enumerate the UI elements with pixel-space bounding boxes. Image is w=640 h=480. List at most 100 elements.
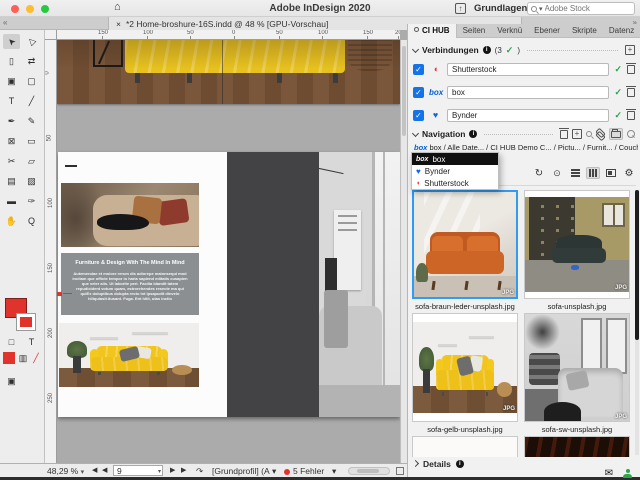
chevron-down-icon[interactable] [412, 45, 419, 52]
checkbox-checked[interactable]: ✓ [413, 64, 424, 75]
asset-card[interactable]: JPG [524, 313, 630, 422]
navigation-header[interactable]: Navigation i + [413, 128, 635, 140]
vertical-ruler[interactable]: 0 50 100 150 200 250 [45, 40, 57, 465]
left-page-text-frame[interactable]: Furniture & Design With The Mind In Mind… [61, 253, 199, 315]
preflight-profile-dropdown[interactable]: [Grundprofil] (Ar... [212, 466, 270, 476]
canvas-horizontal-scrollbar[interactable] [348, 467, 390, 475]
tab-verknuepfungen[interactable]: Verknü [491, 24, 528, 38]
details-header[interactable]: Details i [413, 459, 464, 469]
connection-name-input[interactable]: Shutterstock [447, 63, 609, 76]
yellow-sofa-photo-frame[interactable] [59, 323, 199, 387]
trash-icon[interactable] [627, 111, 635, 120]
add-connection-icon[interactable]: + [625, 45, 635, 55]
right-page[interactable]: The Design People Autemendae et molore r… [227, 152, 400, 417]
tab-seiten[interactable]: Seiten [457, 24, 492, 38]
previous-page-button[interactable]: ◀ [102, 466, 107, 474]
chevron-right-icon[interactable] [412, 459, 419, 466]
gradient-feather-tool[interactable]: ▨ [23, 174, 40, 189]
info-icon[interactable]: i [456, 460, 464, 468]
hand-tool[interactable]: ✋ [3, 214, 20, 229]
free-transform-tool[interactable]: ▱ [23, 154, 40, 169]
pasteboard[interactable]: Furniture & Design With The Mind In Mind… [57, 40, 400, 463]
apply-fill-button[interactable] [3, 352, 15, 364]
menu-item-shutterstock[interactable]: ◖ Shutterstock [412, 177, 498, 189]
scrollbar-thumb[interactable] [402, 46, 406, 136]
stock-search-field[interactable]: ▾ [527, 2, 635, 15]
chevron-down-icon[interactable] [412, 129, 419, 136]
screen-mode-button[interactable]: ▣ [3, 374, 20, 389]
zoom-level-dropdown[interactable]: 48,29 % ▾ [47, 466, 84, 476]
stroke-color-swatch[interactable] [17, 314, 35, 330]
frame-tool[interactable]: ⊠ [3, 134, 20, 149]
rectangle-tool[interactable]: ▭ [23, 134, 40, 149]
apply-gradient-button[interactable]: ▥ [17, 352, 29, 364]
formatting-text-toggle[interactable]: T [23, 336, 40, 348]
search-icon[interactable] [627, 130, 635, 138]
chevron-down-icon[interactable]: ▾ [272, 466, 276, 477]
eyedropper-tool[interactable]: ✑ [23, 194, 40, 209]
chevron-down-icon[interactable]: ▾ [332, 466, 336, 477]
settings-gear-icon[interactable]: ⚙ [622, 167, 636, 179]
menu-item-bynder[interactable]: ♥ Bynder [412, 165, 498, 177]
last-page-button[interactable]: ▶ [181, 466, 186, 474]
preflight-error-indicator[interactable]: 5 Fehler [284, 466, 324, 476]
detail-view-icon[interactable] [604, 167, 618, 179]
add-folder-icon[interactable]: + [572, 129, 582, 139]
breadcrumb[interactable]: box box / Alle Date... / CI HUB Demo C..… [414, 143, 638, 152]
content-collector-tool[interactable]: ▣ [3, 74, 20, 89]
mail-icon[interactable]: ✉ [605, 468, 613, 479]
zoom-out-icon[interactable] [586, 131, 592, 137]
connection-name-input[interactable]: Bynder [447, 109, 609, 122]
next-page-button[interactable]: ▶ [170, 466, 175, 474]
zoom-tool[interactable]: Q [23, 214, 40, 229]
user-account-icon[interactable] [623, 469, 632, 478]
checkbox-checked[interactable]: ✓ [413, 87, 424, 98]
scissors-tool[interactable]: ✂ [3, 154, 20, 169]
left-page[interactable]: Furniture & Design With The Mind In Mind… [58, 152, 227, 417]
formatting-container-toggle[interactable]: □ [3, 336, 20, 348]
tab-skripte[interactable]: Skripte [566, 24, 603, 38]
split-window-icon[interactable] [396, 467, 404, 475]
close-tab-icon[interactable]: × [116, 19, 121, 29]
page-tool[interactable]: ▯ [3, 54, 20, 69]
target-icon[interactable]: ⊙ [550, 167, 564, 179]
list-view-icon[interactable] [568, 167, 582, 179]
gap-tool[interactable]: ⇄ [23, 54, 40, 69]
selection-tool[interactable]: ➤ [3, 34, 20, 49]
grid-view-icon[interactable] [586, 167, 600, 179]
ruler-origin[interactable] [45, 30, 57, 40]
asset-grid-scrollbar[interactable] [635, 190, 639, 455]
horizontal-ruler[interactable]: 150 100 50 0 50 100 150 20 [57, 30, 400, 40]
menu-item-box[interactable]: box box [412, 153, 498, 165]
verbindungen-header[interactable]: Verbindungen i (3✓) + [413, 44, 635, 56]
trash-icon[interactable] [627, 88, 635, 97]
page-rotate-icon[interactable]: ↷ [196, 466, 203, 477]
tab-datenzusammenfuehrung[interactable]: Datenz [603, 24, 640, 38]
tab-ci-hub[interactable]: CI HUB [408, 24, 457, 38]
type-tool[interactable]: T [3, 94, 20, 109]
pencil-tool[interactable]: ✎ [23, 114, 40, 129]
note-tool[interactable]: ▬ [3, 194, 20, 209]
first-page-button[interactable]: ◀ [92, 466, 97, 474]
rule-element[interactable] [65, 165, 77, 167]
apply-none-button[interactable]: ╱ [30, 352, 42, 364]
pen-tool[interactable]: ✒ [3, 114, 20, 129]
dog-sofa-photo-frame[interactable] [61, 183, 199, 247]
connection-name-input[interactable]: box [447, 86, 609, 99]
asset-card-selected[interactable]: JPG [412, 190, 518, 299]
canvas-vertical-scrollbar[interactable] [400, 40, 407, 463]
gradient-tool[interactable]: ▤ [3, 174, 20, 189]
active-spread[interactable]: Furniture & Design With The Mind In Mind… [58, 152, 400, 417]
trash-icon[interactable] [560, 130, 568, 139]
bw-room-photo-frame[interactable] [319, 152, 400, 417]
previous-spread-image[interactable] [57, 40, 400, 104]
workspace-switcher[interactable]: Grundlagen ▾ [474, 3, 533, 14]
asset-card[interactable] [524, 436, 630, 457]
asset-card[interactable]: JPG [412, 313, 518, 422]
asset-card[interactable] [412, 436, 518, 457]
info-icon[interactable]: i [483, 46, 491, 54]
asset-card[interactable]: JPG [524, 190, 630, 299]
browse-folder-button[interactable] [609, 128, 623, 140]
line-tool[interactable]: ╱ [23, 94, 40, 109]
link-icon[interactable] [596, 130, 605, 139]
